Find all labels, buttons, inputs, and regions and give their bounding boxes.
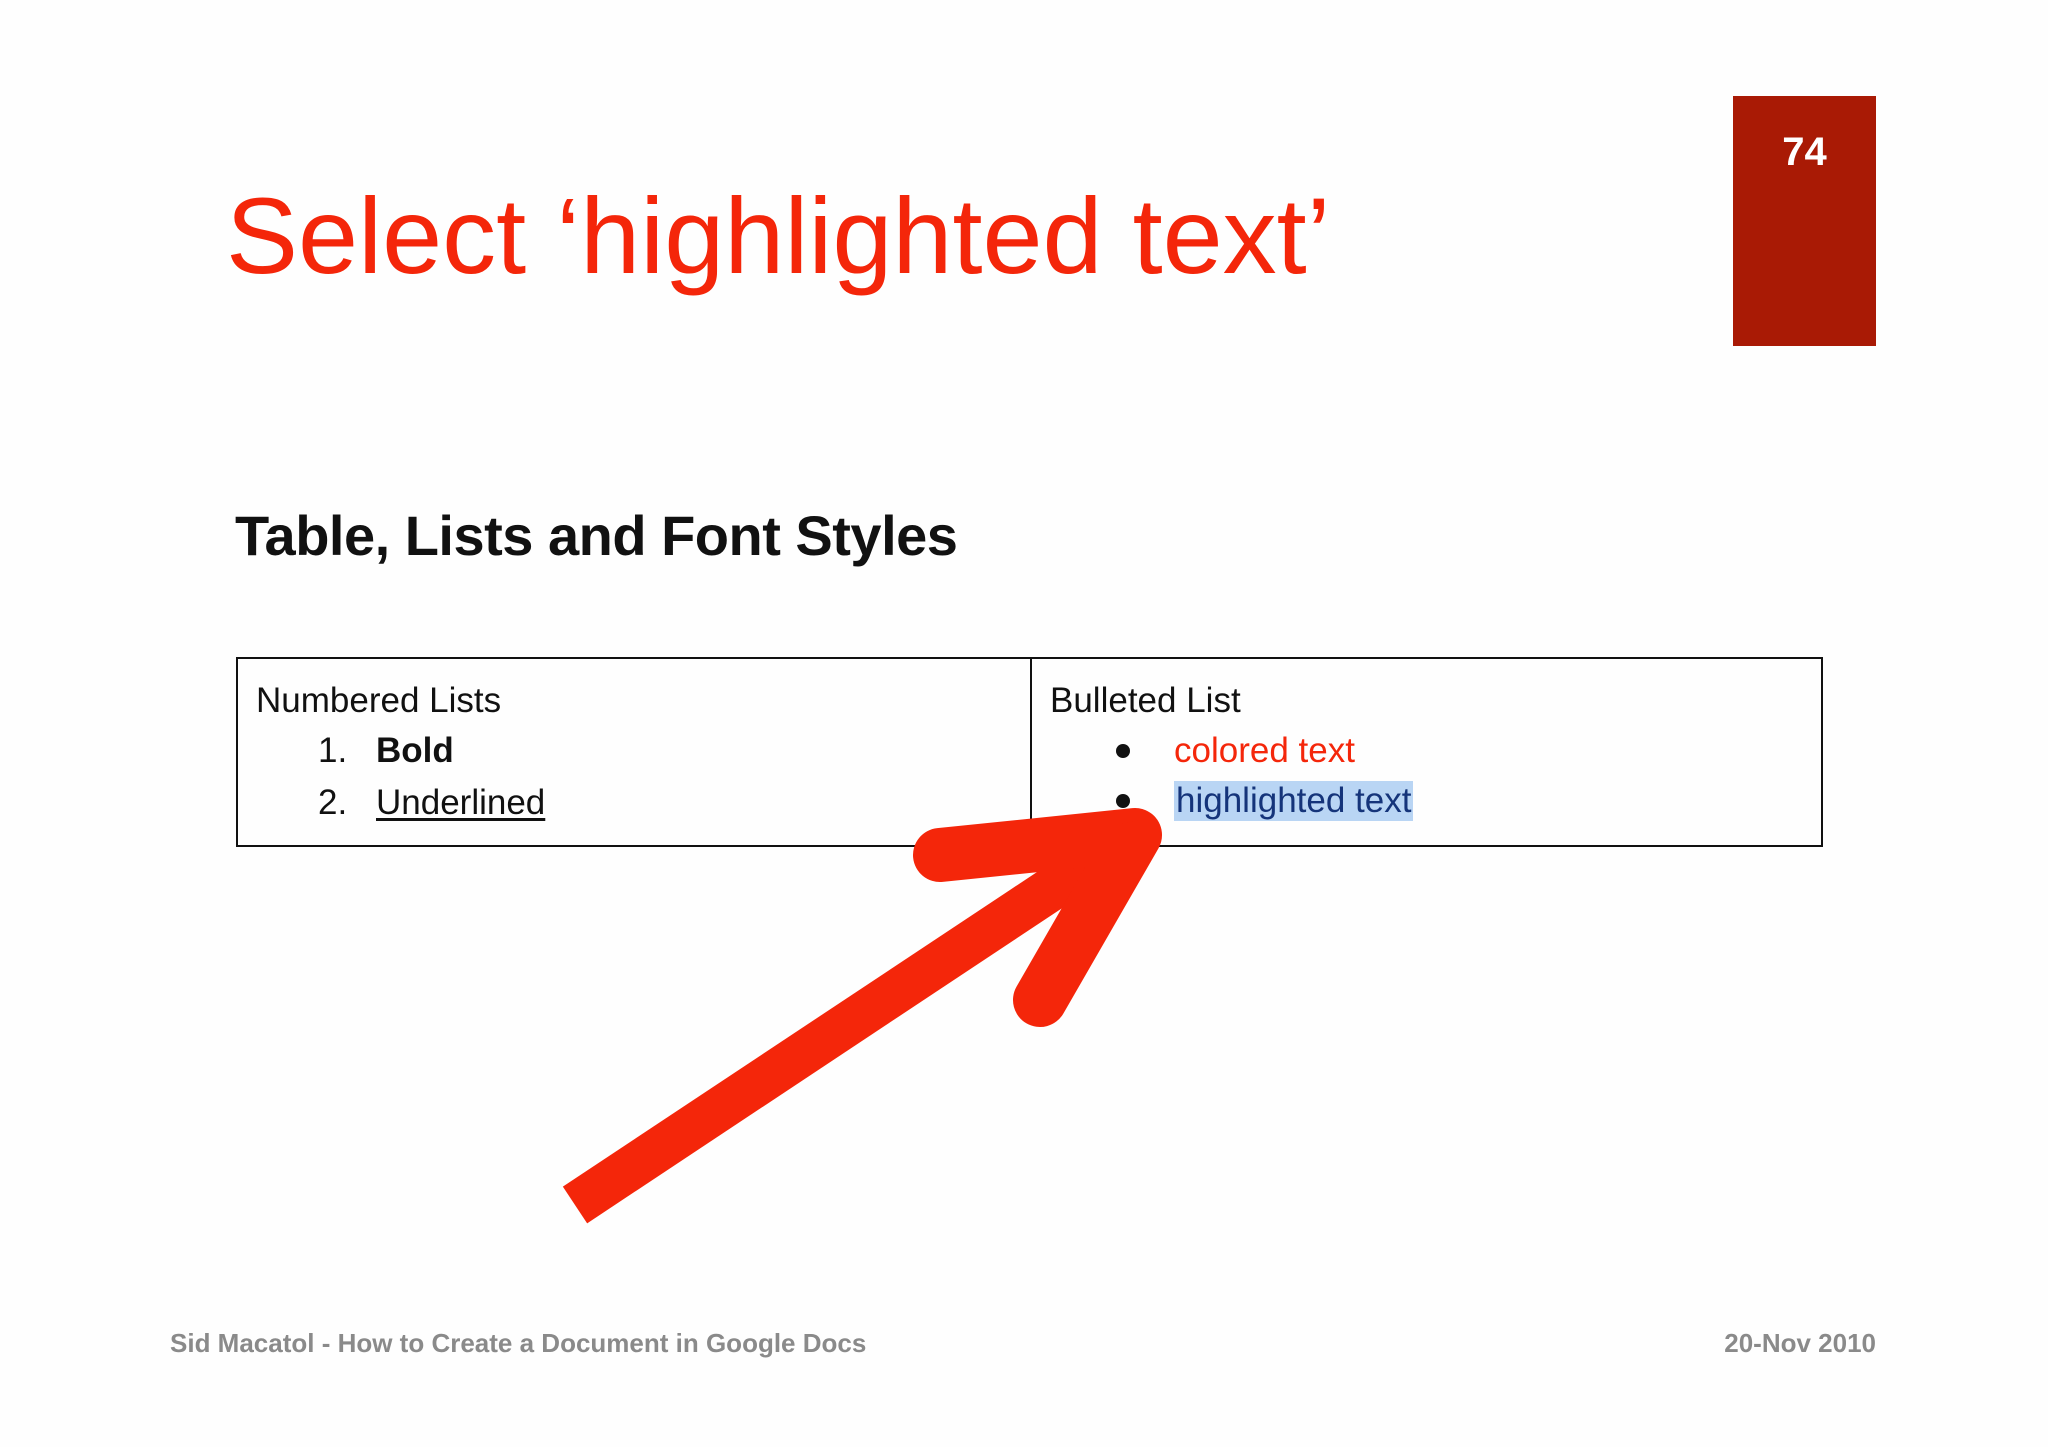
document-screenshot: Table, Lists and Font Styles Numbered Li… (226, 495, 1846, 915)
slide-title: Select ‘highlighted text’ (226, 175, 1331, 296)
bulleted-list-item: highlighted text (1116, 781, 1414, 821)
underlined-text: Underlined (376, 783, 546, 822)
table-cell-bulleted-list: Bulleted List colored text highlighted t… (1032, 659, 1821, 845)
list-number: 1. (318, 731, 348, 770)
page-number: 74 (1782, 130, 1827, 174)
bold-text: Bold (376, 731, 454, 770)
document-heading: Table, Lists and Font Styles (235, 504, 958, 567)
footer-date: 20-Nov 2010 (1724, 1328, 1876, 1358)
table-cell-numbered-lists: Numbered Lists 1. Bold 2. Underlined (238, 659, 1032, 845)
numbered-list-item: 1. Bold (318, 731, 454, 771)
document-table: Numbered Lists 1. Bold 2. Underlined Bul… (236, 657, 1823, 847)
bullet-icon (1116, 744, 1130, 758)
bullet-icon (1116, 794, 1130, 808)
page-number-badge: 74 (1733, 96, 1876, 346)
colored-text: colored text (1174, 731, 1355, 770)
numbered-list-item: 2. Underlined (318, 783, 545, 823)
numbered-lists-heading: Numbered Lists (256, 681, 502, 720)
bulleted-list-item: colored text (1116, 731, 1355, 771)
slide: 74 Select ‘highlighted text’ Table, List… (0, 0, 2048, 1447)
list-number: 2. (318, 783, 348, 822)
bulleted-list-heading: Bulleted List (1050, 681, 1241, 720)
footer-presentation-title: Sid Macatol - How to Create a Document i… (170, 1328, 867, 1358)
highlighted-text[interactable]: highlighted text (1174, 781, 1414, 821)
